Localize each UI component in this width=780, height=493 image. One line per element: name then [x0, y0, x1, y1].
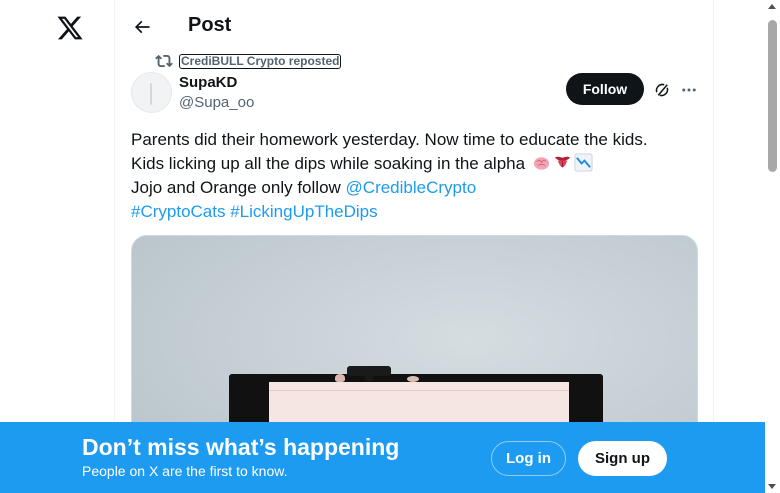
- left-rail: [0, 0, 114, 493]
- signup-button[interactable]: Sign up: [578, 441, 667, 476]
- author-name[interactable]: SupaKD: [179, 74, 237, 91]
- tweet-line-3: Jojo and Orange only follow @CredibleCry…: [131, 176, 701, 200]
- hashtag-link-2[interactable]: #LickingUpTheDips: [230, 202, 377, 221]
- chart-down-emoji: [574, 153, 593, 172]
- x-logo-icon[interactable]: [56, 14, 84, 42]
- photo-figurine-2: [407, 376, 419, 382]
- more-button[interactable]: [677, 78, 701, 102]
- signup-banner: Don’t miss what’s happening People on X …: [0, 422, 765, 493]
- photo-figurine: [335, 374, 345, 382]
- tweet-line-2-text: Kids licking up all the dips while soaki…: [131, 154, 526, 173]
- more-dots-icon: [682, 88, 696, 92]
- page-title: Post: [188, 14, 232, 36]
- avatar[interactable]: [131, 72, 172, 113]
- scroll-up-arrow-icon[interactable]: [768, 4, 776, 9]
- grok-button[interactable]: [650, 78, 674, 102]
- repost-user-link[interactable]: CrediBULL Crypto reposted: [179, 53, 342, 69]
- author-handle[interactable]: @Supa_oo: [179, 94, 254, 111]
- banner-title: Don’t miss what’s happening: [82, 434, 400, 460]
- brain-emoji: [533, 157, 549, 170]
- photo-webcam-stand: [365, 375, 373, 381]
- tongue-emoji: [554, 156, 570, 168]
- hashtag-link-1[interactable]: #CryptoCats: [131, 202, 225, 221]
- banner-subtitle: People on X are the first to know.: [82, 463, 288, 479]
- follow-button[interactable]: Follow: [566, 73, 644, 105]
- scroll-down-arrow-icon[interactable]: [768, 484, 776, 489]
- tweet-line-3-text: Jojo and Orange only follow: [131, 178, 346, 197]
- back-button[interactable]: [127, 12, 157, 42]
- post-header: Post: [115, 0, 715, 53]
- grok-icon: [655, 83, 669, 97]
- repost-context: CrediBULL Crypto reposted: [155, 52, 342, 70]
- tweet-text: Parents did their homework yesterday. No…: [131, 128, 701, 224]
- repost-icon: [155, 54, 173, 68]
- tweet-line-1: Parents did their homework yesterday. No…: [131, 130, 648, 149]
- tweet-line-2: Kids licking up all the dips while soaki…: [131, 152, 701, 176]
- login-button[interactable]: Log in: [491, 441, 566, 476]
- scroll-thumb[interactable]: [768, 20, 777, 172]
- tweet-line-4: #CryptoCats #LickingUpTheDips: [131, 200, 701, 224]
- primary-column: Post CrediBULL Crypto reposted SupaKD @S…: [114, 0, 714, 493]
- arrow-left-icon: [134, 20, 150, 34]
- mention-link[interactable]: @CredibleCrypto: [346, 178, 477, 197]
- page-scrollbar[interactable]: [765, 0, 780, 493]
